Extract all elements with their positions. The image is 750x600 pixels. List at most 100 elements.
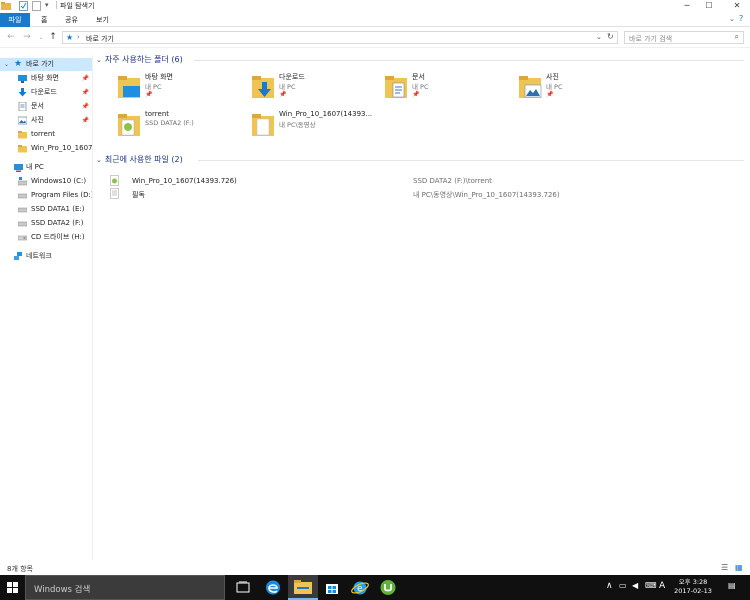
close-button[interactable]: ✕ bbox=[726, 0, 748, 12]
folder-tile-documents[interactable]: 문서 내 PC 📌 bbox=[385, 72, 510, 108]
tab-share[interactable]: 공유 bbox=[58, 13, 85, 27]
address-toolbar: ← → ⌄ ↑ ★ › 바로 가기 ⌄ ↻ 바로 가기 검색 ⌕ bbox=[0, 28, 750, 48]
maximize-button[interactable]: ☐ bbox=[698, 0, 720, 12]
clock-date: 2017-02-13 bbox=[674, 587, 712, 595]
clock-time: 오후 3:28 bbox=[678, 578, 708, 586]
recent-file-row[interactable]: 필독 내 PC\동영상\Win_Pro_10_1607(14393.726) bbox=[110, 188, 730, 200]
drive-icon bbox=[18, 207, 27, 213]
nav-item-pictures[interactable]: 사진 📌 bbox=[0, 114, 92, 127]
store-icon[interactable] bbox=[322, 578, 342, 597]
nav-item-desktop[interactable]: 바탕 화면 📌 bbox=[0, 72, 92, 85]
volume-icon[interactable]: ◀ bbox=[632, 581, 638, 590]
nav-drive-h[interactable]: CD 드라이브 (H:) bbox=[0, 231, 92, 244]
document-folder-icon bbox=[385, 76, 407, 98]
nav-drive-f[interactable]: SSD DATA2 (F:) bbox=[0, 217, 92, 230]
section-divider bbox=[198, 160, 744, 161]
nav-drive-d[interactable]: Program Files (D:) bbox=[0, 189, 92, 202]
properties-icon[interactable] bbox=[19, 1, 28, 11]
back-icon[interactable]: ← bbox=[6, 32, 16, 42]
pin-icon: 📌 bbox=[412, 91, 420, 98]
nav-drive-c[interactable]: Windows10 (C:) bbox=[0, 175, 92, 188]
svg-text:e: e bbox=[357, 584, 363, 594]
title-separator: | bbox=[55, 0, 58, 9]
forward-icon[interactable]: → bbox=[22, 32, 32, 42]
torrent-file-icon bbox=[110, 175, 119, 186]
frequent-folders-header[interactable]: ⌄ 자주 사용하는 폴더 (6) bbox=[96, 54, 183, 65]
new-folder-icon[interactable] bbox=[32, 1, 41, 11]
folder-icon bbox=[18, 131, 27, 139]
file-explorer-icon bbox=[294, 580, 312, 594]
internet-explorer-icon[interactable]: e bbox=[350, 578, 370, 597]
breadcrumb-chevron-icon[interactable]: › bbox=[77, 33, 80, 41]
tab-file[interactable]: 파일 bbox=[0, 13, 30, 27]
content-pane: ⌄ 자주 사용하는 폴더 (6) 바탕 화면 내 PC 📌 다운로드 내 PC 📌… bbox=[94, 50, 750, 560]
up-icon[interactable]: ↑ bbox=[48, 32, 58, 42]
folder-tile-win-pro[interactable]: Win_Pro_10_1607(14393... 내 PC\동영상 bbox=[252, 110, 377, 146]
minimize-button[interactable]: ─ bbox=[676, 0, 698, 12]
windows-start-icon[interactable] bbox=[0, 575, 25, 600]
taskbar-search-text: Windows 검색 bbox=[34, 585, 91, 595]
nav-quick-access[interactable]: ⌄ ★ 바로 가기 bbox=[0, 58, 92, 71]
collapse-chevron-icon[interactable]: ⌄ bbox=[96, 156, 102, 164]
expand-chevron-icon[interactable]: ⌄ bbox=[4, 58, 9, 71]
nav-drive-e[interactable]: SSD DATA1 (E:) bbox=[0, 203, 92, 216]
help-icon[interactable]: ? bbox=[739, 14, 743, 23]
large-icons-view-icon[interactable]: ▦ bbox=[735, 563, 743, 572]
refresh-icon[interactable]: ↻ bbox=[607, 32, 614, 41]
details-view-icon[interactable]: ☰ bbox=[721, 563, 728, 572]
network-tray-icon[interactable]: ▭ bbox=[619, 581, 627, 590]
ime-indicator[interactable]: A bbox=[659, 581, 665, 591]
keyboard-icon[interactable]: ⌨ bbox=[645, 581, 657, 590]
text-file-icon bbox=[110, 188, 119, 199]
window-title: 파일 탐색기 bbox=[60, 2, 95, 10]
recent-locations-icon[interactable]: ⌄ bbox=[36, 34, 46, 41]
collapse-chevron-icon[interactable]: ⌄ bbox=[96, 56, 102, 64]
folder-tile-torrent[interactable]: torrent SSD DATA2 (F:) bbox=[118, 110, 243, 146]
tab-view[interactable]: 보기 bbox=[89, 13, 116, 27]
pictures-folder-icon bbox=[519, 76, 542, 98]
folder-icon bbox=[252, 114, 274, 136]
folder-tile-desktop[interactable]: 바탕 화면 내 PC 📌 bbox=[118, 72, 243, 108]
search-input[interactable]: 바로 가기 검색 ⌕ bbox=[624, 31, 744, 44]
computer-icon bbox=[14, 164, 23, 172]
address-dropdown-icon[interactable]: ⌄ bbox=[596, 33, 602, 41]
search-placeholder: 바로 가기 검색 bbox=[629, 35, 673, 43]
quick-access-star-icon: ★ bbox=[14, 59, 23, 69]
network-icon bbox=[14, 252, 22, 260]
address-field[interactable]: ★ › 바로 가기 ⌄ ↻ bbox=[62, 31, 618, 44]
nav-item-torrent[interactable]: torrent bbox=[0, 128, 92, 141]
pin-icon: 📌 bbox=[546, 91, 554, 98]
nav-this-pc[interactable]: 내 PC bbox=[0, 161, 92, 174]
expand-ribbon-icon[interactable]: ⌄ bbox=[729, 15, 735, 23]
drive-icon bbox=[18, 221, 27, 227]
recent-files-header[interactable]: ⌄ 최근에 사용한 파일 (2) bbox=[96, 154, 183, 165]
task-view-icon[interactable] bbox=[233, 578, 253, 597]
navigation-pane: ⌄ ★ 바로 가기 바탕 화면 📌 다운로드 📌 문서 📌 사진 📌 torre… bbox=[0, 55, 93, 560]
taskbar-search-input[interactable]: Windows 검색 bbox=[25, 575, 225, 600]
status-bar: 8개 항목 ☰ ▦ bbox=[0, 561, 750, 575]
file-explorer-taskbar-button[interactable] bbox=[288, 575, 318, 600]
folder-tile-pictures[interactable]: 사진 내 PC 📌 bbox=[519, 72, 644, 108]
desktop-icon bbox=[18, 75, 27, 83]
tab-home[interactable]: 홈 bbox=[34, 13, 54, 27]
utorrent-icon[interactable] bbox=[378, 578, 398, 597]
torrent-folder-icon bbox=[118, 114, 140, 136]
download-icon bbox=[18, 88, 27, 97]
customize-qat-icon[interactable]: ▾ bbox=[45, 1, 49, 9]
quick-access-star-icon: ★ bbox=[66, 33, 74, 42]
folder-tile-downloads[interactable]: 다운로드 내 PC 📌 bbox=[252, 72, 377, 108]
system-clock[interactable]: 오후 3:28 2017-02-13 bbox=[668, 578, 718, 596]
edge-browser-icon[interactable] bbox=[263, 578, 283, 597]
nav-network[interactable]: 네트워크 bbox=[0, 250, 92, 263]
nav-item-win-pro-folder[interactable]: Win_Pro_10_1607(1 bbox=[0, 142, 92, 155]
recent-file-row[interactable]: Win_Pro_10_1607(14393.726) SSD DATA2 (F:… bbox=[110, 175, 730, 187]
breadcrumb[interactable]: 바로 가기 bbox=[86, 34, 114, 44]
action-center-icon[interactable]: ▤ bbox=[728, 581, 736, 590]
nav-item-documents[interactable]: 문서 📌 bbox=[0, 100, 92, 113]
show-hidden-icons-icon[interactable]: ∧ bbox=[606, 581, 613, 591]
pictures-icon bbox=[18, 116, 27, 125]
search-icon: ⌕ bbox=[734, 32, 739, 41]
document-icon bbox=[18, 102, 27, 111]
nav-item-downloads[interactable]: 다운로드 📌 bbox=[0, 86, 92, 99]
drive-icon bbox=[18, 193, 27, 199]
